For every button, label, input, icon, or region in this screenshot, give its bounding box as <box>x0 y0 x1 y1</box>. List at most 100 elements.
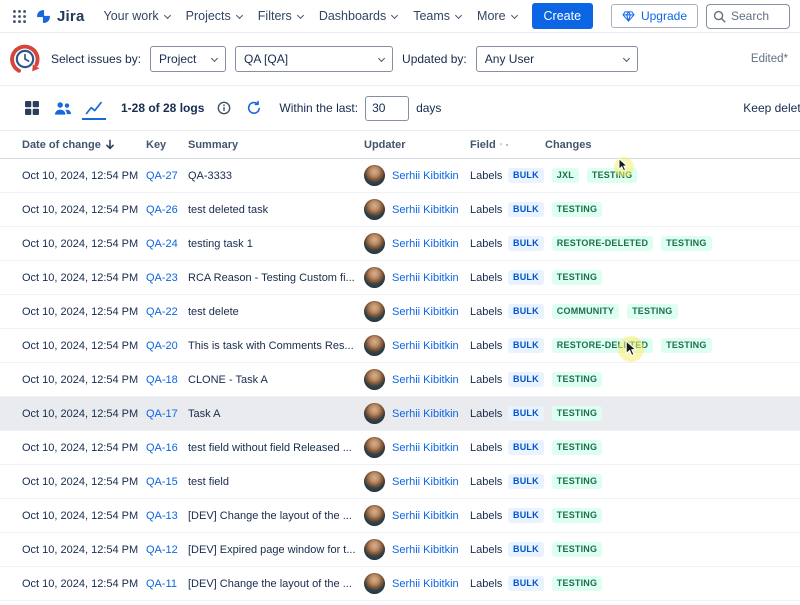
avatar <box>364 369 385 390</box>
change-badge: TESTING <box>587 168 637 183</box>
updater-link[interactable]: Serhii Kibitkin <box>392 374 459 386</box>
search-box[interactable] <box>706 4 790 29</box>
updater-link[interactable]: Serhii Kibitkin <box>392 408 459 420</box>
chevron-down-icon <box>391 11 398 18</box>
updater-link[interactable]: Serhii Kibitkin <box>392 578 459 590</box>
issue-key-link[interactable]: QA-27 <box>146 170 178 182</box>
filter-bar: Select issues by: Project QA [QA] Update… <box>0 33 800 86</box>
issue-key-link[interactable]: QA-23 <box>146 272 178 284</box>
col-label: Key <box>146 139 166 151</box>
updater-link[interactable]: Serhii Kibitkin <box>392 544 459 556</box>
info-icon[interactable] <box>213 97 235 119</box>
issue-key-link[interactable]: QA-24 <box>146 238 178 250</box>
row-date: Oct 10, 2024, 12:54 PM <box>22 272 146 284</box>
table-row[interactable]: Oct 10, 2024, 12:54 PM QA-27 QA-3333 Ser… <box>0 159 800 193</box>
keep-deleted-label[interactable]: Keep deleted <box>743 101 800 115</box>
filter-icon[interactable] <box>500 139 502 150</box>
updater-link[interactable]: Serhii Kibitkin <box>392 170 459 182</box>
updater-link[interactable]: Serhii Kibitkin <box>392 442 459 454</box>
issue-key-link[interactable]: QA-13 <box>146 510 178 522</box>
app-switcher-icon[interactable] <box>8 5 31 28</box>
table-row[interactable]: Oct 10, 2024, 12:54 PM QA-24 testing tas… <box>0 227 800 261</box>
row-summary: test field without field Released ... <box>188 442 364 454</box>
change-badge: BULK <box>508 542 544 557</box>
upgrade-button[interactable]: Upgrade <box>611 4 698 28</box>
chevron-down-icon <box>211 54 218 61</box>
col-date-of-change[interactable]: Date of change <box>22 139 146 151</box>
updater-link[interactable]: Serhii Kibitkin <box>392 476 459 488</box>
row-field: Labels <box>470 510 508 522</box>
issue-key-link[interactable]: QA-12 <box>146 544 178 556</box>
updated-by-label: Updated by: <box>402 52 467 66</box>
table-row[interactable]: Oct 10, 2024, 12:54 PM QA-11 [DEV] Chang… <box>0 567 800 601</box>
row-date: Oct 10, 2024, 12:54 PM <box>22 442 146 454</box>
table-row[interactable]: Oct 10, 2024, 12:54 PM QA-13 [DEV] Chang… <box>0 499 800 533</box>
row-summary: QA-3333 <box>188 170 364 182</box>
nav-item-more[interactable]: More <box>470 5 523 27</box>
updater-link[interactable]: Serhii Kibitkin <box>392 306 459 318</box>
change-badge: BULK <box>508 338 544 353</box>
user-select[interactable]: Any User <box>476 46 638 72</box>
row-summary: test delete <box>188 306 364 318</box>
row-field: Labels <box>470 306 508 318</box>
row-field: Labels <box>470 238 508 250</box>
updater-link[interactable]: Serhii Kibitkin <box>392 238 459 250</box>
row-summary: [DEV] Change the layout of the ... <box>188 578 364 590</box>
grid-view-icon[interactable] <box>20 96 44 120</box>
refresh-icon[interactable] <box>242 96 266 120</box>
updater-link[interactable]: Serhii Kibitkin <box>392 272 459 284</box>
create-button[interactable]: Create <box>532 3 594 29</box>
nav-item-projects[interactable]: Projects <box>179 5 249 27</box>
issue-key-link[interactable]: QA-18 <box>146 374 178 386</box>
change-badge: BULK <box>508 576 544 591</box>
avatar <box>364 539 385 560</box>
table-row[interactable]: Oct 10, 2024, 12:54 PM QA-26 test delete… <box>0 193 800 227</box>
issue-key-link[interactable]: QA-15 <box>146 476 178 488</box>
issue-key-link[interactable]: QA-26 <box>146 204 178 216</box>
table-row[interactable]: Oct 10, 2024, 12:54 PM QA-23 RCA Reason … <box>0 261 800 295</box>
nav-item-teams[interactable]: Teams <box>406 5 468 27</box>
issue-key-link[interactable]: QA-17 <box>146 408 178 420</box>
gem-icon <box>622 11 635 22</box>
table-row[interactable]: Oct 10, 2024, 12:54 PM QA-20 This is tas… <box>0 329 800 363</box>
issue-key-link[interactable]: QA-11 <box>146 578 177 590</box>
change-badge: BULK <box>508 474 544 489</box>
project-select[interactable]: QA [QA] <box>235 46 393 72</box>
table-row[interactable]: Oct 10, 2024, 12:54 PM QA-12 [DEV] Expir… <box>0 533 800 567</box>
field-settings-icon[interactable] <box>506 139 508 151</box>
avatar <box>364 165 385 186</box>
issue-key-link[interactable]: QA-20 <box>146 340 178 352</box>
table-row[interactable]: Oct 10, 2024, 12:54 PM QA-16 test field … <box>0 431 800 465</box>
chevron-down-icon <box>455 11 462 18</box>
days-unit-label: days <box>416 101 441 115</box>
change-badge: BULK <box>508 372 544 387</box>
updater-link[interactable]: Serhii Kibitkin <box>392 340 459 352</box>
row-field: Labels <box>470 340 508 352</box>
jira-logo[interactable]: Jira <box>35 8 85 25</box>
change-badge: BULK <box>508 406 544 421</box>
change-badge: TESTING <box>552 542 602 557</box>
table-row[interactable]: Oct 10, 2024, 12:54 PM QA-18 CLONE - Tas… <box>0 363 800 397</box>
log-toolbar: 1-28 of 28 logs Within the last: days Ke… <box>0 86 800 130</box>
nav-item-your-work[interactable]: Your work <box>97 5 177 27</box>
days-input[interactable] <box>365 96 409 121</box>
avatar <box>364 573 385 594</box>
nav-item-dashboards[interactable]: Dashboards <box>312 5 404 27</box>
issue-key-link[interactable]: QA-22 <box>146 306 178 318</box>
updater-link[interactable]: Serhii Kibitkin <box>392 204 459 216</box>
updater-link[interactable]: Serhii Kibitkin <box>392 510 459 522</box>
row-date: Oct 10, 2024, 12:54 PM <box>22 238 146 250</box>
nav-item-label: Filters <box>258 9 292 23</box>
issue-key-link[interactable]: QA-16 <box>146 442 178 454</box>
users-view-icon[interactable] <box>51 96 75 120</box>
row-date: Oct 10, 2024, 12:54 PM <box>22 476 146 488</box>
issue-scope-select[interactable]: Project <box>150 46 226 72</box>
nav-item-filters[interactable]: Filters <box>251 5 310 27</box>
table-row[interactable]: Oct 10, 2024, 12:54 PM QA-22 test delete… <box>0 295 800 329</box>
table-row[interactable]: Oct 10, 2024, 12:54 PM QA-15 test field … <box>0 465 800 499</box>
change-badge: TESTING <box>552 474 602 489</box>
chevron-down-icon <box>297 11 304 18</box>
chart-view-icon[interactable] <box>82 96 106 120</box>
row-summary: CLONE - Task A <box>188 374 364 386</box>
table-row[interactable]: Oct 10, 2024, 12:54 PM QA-17 Task A Serh… <box>0 397 800 431</box>
